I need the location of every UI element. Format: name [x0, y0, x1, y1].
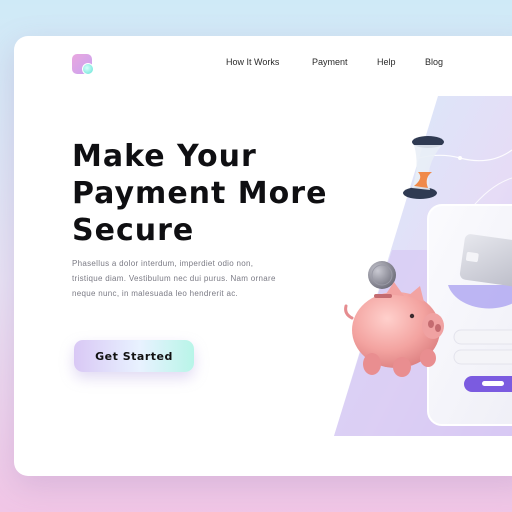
nav-help[interactable]: Help — [377, 57, 396, 67]
description-line-2: tristique diam. Vestibulum nec dui purus… — [72, 274, 276, 283]
headline-line-1: Make Your — [72, 139, 257, 174]
hero-headline: Make Your Payment More Secure — [72, 138, 392, 249]
nav-blog[interactable]: Blog — [425, 57, 443, 67]
landing-card: How It Works Payment Help Blog Make Your… — [14, 36, 512, 476]
description-line-1: Phasellus a dolor interdum, imperdiet od… — [72, 259, 254, 268]
logo-dot — [82, 63, 94, 75]
nav-how-it-works[interactable]: How It Works — [226, 57, 279, 67]
nav-payment[interactable]: Payment — [312, 57, 348, 67]
hero-description: Phasellus a dolor interdum, imperdiet od… — [72, 256, 322, 301]
description-line-3: neque nunc, in malesuada leo hendrerit a… — [72, 289, 239, 298]
headline-line-2: Payment More — [72, 176, 328, 211]
logo-icon[interactable] — [72, 54, 94, 75]
headline-line-3: Secure — [72, 213, 195, 248]
get-started-button[interactable]: Get Started — [74, 340, 194, 372]
